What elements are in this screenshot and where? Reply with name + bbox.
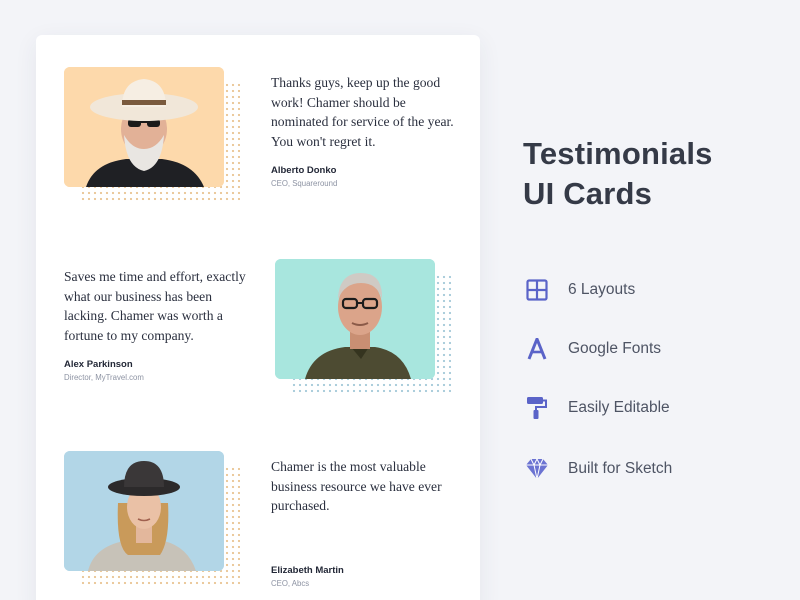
title-line: UI Cards (523, 176, 653, 211)
paint-roller-icon (523, 394, 551, 422)
feature-label: 6 Layouts (568, 281, 636, 298)
testimonial-quote: Chamer is the most valuable business res… (271, 459, 442, 513)
feature-item: Built for Sketch (523, 455, 783, 483)
testimonial-role: CEO, Squareround (271, 179, 338, 188)
testimonial-author: Alberto Donko (271, 165, 337, 176)
feature-label: Google Fonts (568, 340, 662, 357)
testimonial-card-panel: Thanks guys, keep up the good work! Cham… (36, 35, 480, 600)
avatar (64, 67, 224, 187)
feature-label: Easily Editable (568, 399, 670, 416)
testimonial-role: CEO, Abcs (271, 579, 310, 588)
testimonial-role: Director, MyTravel.com (64, 373, 144, 382)
testimonial-item: Thanks guys, keep up the good work! Cham… (36, 35, 480, 235)
avatar (64, 451, 224, 571)
avatar (275, 259, 435, 379)
feature-item: Google Fonts (523, 335, 783, 363)
testimonial-quote: Thanks guys, keep up the good work! Cham… (271, 75, 454, 149)
testimonial-quote: Saves me time and effort, exactly what o… (64, 269, 246, 343)
page-title: Testimonials UI Cards (523, 134, 783, 214)
feature-item: 6 Layouts (523, 276, 783, 304)
feature-item: Easily Editable (523, 394, 783, 422)
title-line: Testimonials (523, 136, 713, 171)
testimonial-author: Elizabeth Martin (271, 565, 344, 576)
sketch-diamond-icon (523, 455, 551, 483)
testimonial-item: Saves me time and effort, exactly what o… (36, 235, 480, 435)
letter-a-font-icon (523, 335, 551, 363)
testimonial-author: Alex Parkinson (64, 359, 133, 370)
testimonial-item: Chamer is the most valuable business res… (36, 435, 480, 600)
grid-layout-icon (523, 276, 551, 304)
feature-label: Built for Sketch (568, 460, 673, 477)
